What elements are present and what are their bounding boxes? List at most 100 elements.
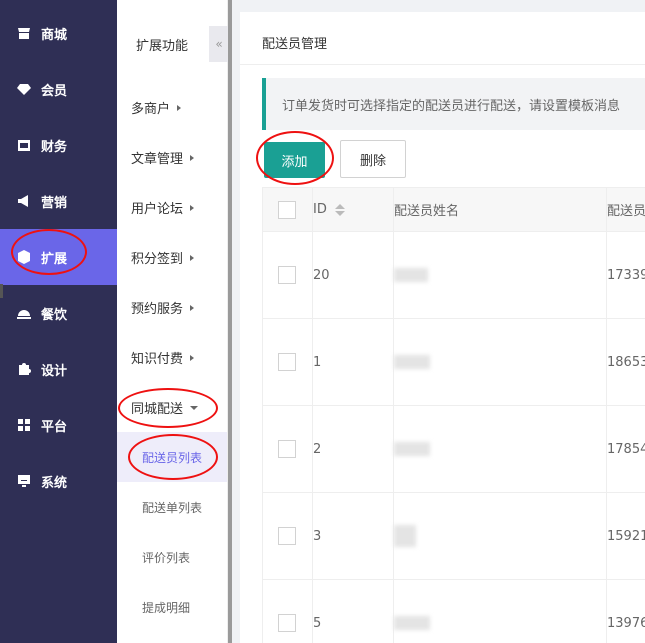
cell-id: 5	[312, 579, 394, 643]
nav-item-label: 营销	[41, 195, 68, 211]
nav-item-label: 餐饮	[41, 307, 68, 323]
blurred-name	[394, 525, 416, 547]
table-header-row: ID 配送员姓名 配送员	[262, 187, 645, 232]
row-checkbox[interactable]	[278, 614, 296, 632]
row-select	[262, 231, 313, 319]
dish-icon	[17, 306, 31, 320]
table-row: 3 15921	[262, 492, 645, 580]
subnav-group-forum[interactable]: 用户论坛	[131, 198, 195, 217]
notice-banner: 订单发货时可选择指定的配送员进行配送，请设置模板消息	[262, 78, 645, 130]
header-name: 配送员姓名	[393, 187, 607, 232]
subnav-group-paid-knowledge[interactable]: 知识付费	[131, 348, 195, 367]
cell-phone: 17854	[606, 405, 645, 493]
subnav-group-label: 用户论坛	[131, 202, 184, 217]
subnav-item-label: 配送单列表	[142, 500, 203, 515]
cell-name	[393, 579, 607, 643]
nav-item-member[interactable]: 会员	[0, 61, 117, 117]
cell-id: 1	[312, 318, 394, 406]
chevron-right-icon	[190, 254, 195, 261]
subnav-item-delivery-orders[interactable]: 配送单列表	[117, 482, 227, 532]
chevron-right-icon	[177, 104, 182, 111]
cell-id: 2	[312, 405, 394, 493]
blurred-name	[394, 268, 428, 282]
nav-item-shop[interactable]: 商城	[0, 5, 117, 61]
blurred-name	[394, 442, 430, 456]
subnav-group-label: 多商户	[131, 102, 171, 117]
cell-phone: 18653	[606, 318, 645, 406]
nav-item-label: 设计	[41, 363, 68, 379]
row-select	[262, 579, 313, 643]
subnav-title: 扩展功能	[136, 39, 189, 54]
cell-name	[393, 492, 607, 580]
blurred-name	[394, 616, 430, 630]
chevron-right-icon	[190, 304, 195, 311]
subnav-group-label: 积分签到	[131, 252, 184, 267]
sort-icon[interactable]	[334, 203, 345, 216]
header-select	[262, 187, 313, 232]
cell-phone: 17339	[606, 231, 645, 319]
subnav-item-label: 提成明细	[142, 600, 191, 615]
nav-item-finance[interactable]: 财务	[0, 117, 117, 173]
title-divider	[240, 64, 645, 65]
row-select	[262, 492, 313, 580]
select-all-checkbox[interactable]	[278, 200, 296, 219]
shop-icon	[17, 26, 31, 40]
collapse-icon[interactable]: «	[209, 26, 229, 62]
row-select	[262, 318, 313, 406]
annotation-circle-extension	[11, 229, 87, 275]
cell-id: 20	[312, 231, 394, 319]
extension-subnav: 扩展功能 « 多商户 文章管理 用户论坛 积分签到 预约服务 知识付费 同城配送…	[117, 0, 229, 643]
subnav-group-articles[interactable]: 文章管理	[131, 148, 195, 167]
megaphone-icon	[17, 194, 31, 208]
cell-name	[393, 405, 607, 493]
annotation-circle-local-delivery	[118, 388, 218, 428]
main-nav: 商城 会员 财务 营销 扩展 餐饮 设计 平台 系统	[0, 0, 117, 643]
subnav-item-reviews[interactable]: 评价列表	[117, 532, 227, 582]
nav-item-marketing[interactable]: 营销	[0, 173, 117, 229]
row-checkbox[interactable]	[278, 527, 296, 545]
header-id[interactable]: ID	[312, 187, 394, 232]
row-checkbox[interactable]	[278, 440, 296, 458]
nav-item-platform[interactable]: 平台	[0, 397, 117, 453]
chevron-right-icon	[190, 154, 195, 161]
row-checkbox[interactable]	[278, 266, 296, 284]
table-row: 2 17854	[262, 405, 645, 493]
panel-divider[interactable]	[228, 0, 232, 643]
page-title: 配送员管理	[262, 37, 328, 52]
subnav-group-label: 预约服务	[131, 302, 184, 317]
table-row: 1 18653	[262, 318, 645, 406]
courier-table: ID 配送员姓名 配送员 20 17339 1 18653 2 17854 3 …	[262, 187, 645, 643]
cell-id: 3	[312, 492, 394, 580]
table-row: 20 17339	[262, 231, 645, 319]
nav-item-label: 系统	[41, 475, 68, 491]
nav-item-system[interactable]: 系统	[0, 453, 117, 509]
cell-name	[393, 318, 607, 406]
courier-management-panel: 配送员管理 订单发货时可选择指定的配送员进行配送，请设置模板消息 添加 删除 I…	[240, 12, 645, 643]
nav-item-label: 财务	[41, 139, 68, 155]
delete-button[interactable]: 删除	[340, 140, 406, 178]
nav-item-design[interactable]: 设计	[0, 341, 117, 397]
grid-icon	[17, 418, 31, 432]
row-select	[262, 405, 313, 493]
nav-item-label: 商城	[41, 27, 68, 43]
wallet-icon	[17, 138, 31, 152]
header-phone: 配送员	[606, 187, 645, 232]
chevron-right-icon	[190, 354, 195, 361]
subnav-item-label: 评价列表	[142, 550, 191, 565]
subnav-group-label: 知识付费	[131, 352, 184, 367]
subnav-group-points-signin[interactable]: 积分签到	[131, 248, 195, 267]
nav-item-catering[interactable]: 餐饮	[0, 285, 117, 341]
subnav-item-commission[interactable]: 提成明细	[117, 582, 227, 632]
cell-phone: 15921	[606, 492, 645, 580]
chevron-right-icon	[190, 204, 195, 211]
diamond-icon	[17, 82, 31, 96]
cell-name	[393, 231, 607, 319]
annotation-circle-courier-list	[128, 434, 218, 480]
row-checkbox[interactable]	[278, 353, 296, 371]
subnav-group-multi-merchant[interactable]: 多商户	[131, 98, 182, 117]
puzzle-icon	[17, 362, 31, 376]
header-id-label: ID	[313, 202, 327, 217]
cell-phone: 13976	[606, 579, 645, 643]
subnav-group-booking[interactable]: 预约服务	[131, 298, 195, 317]
nav-item-label: 平台	[41, 419, 68, 435]
